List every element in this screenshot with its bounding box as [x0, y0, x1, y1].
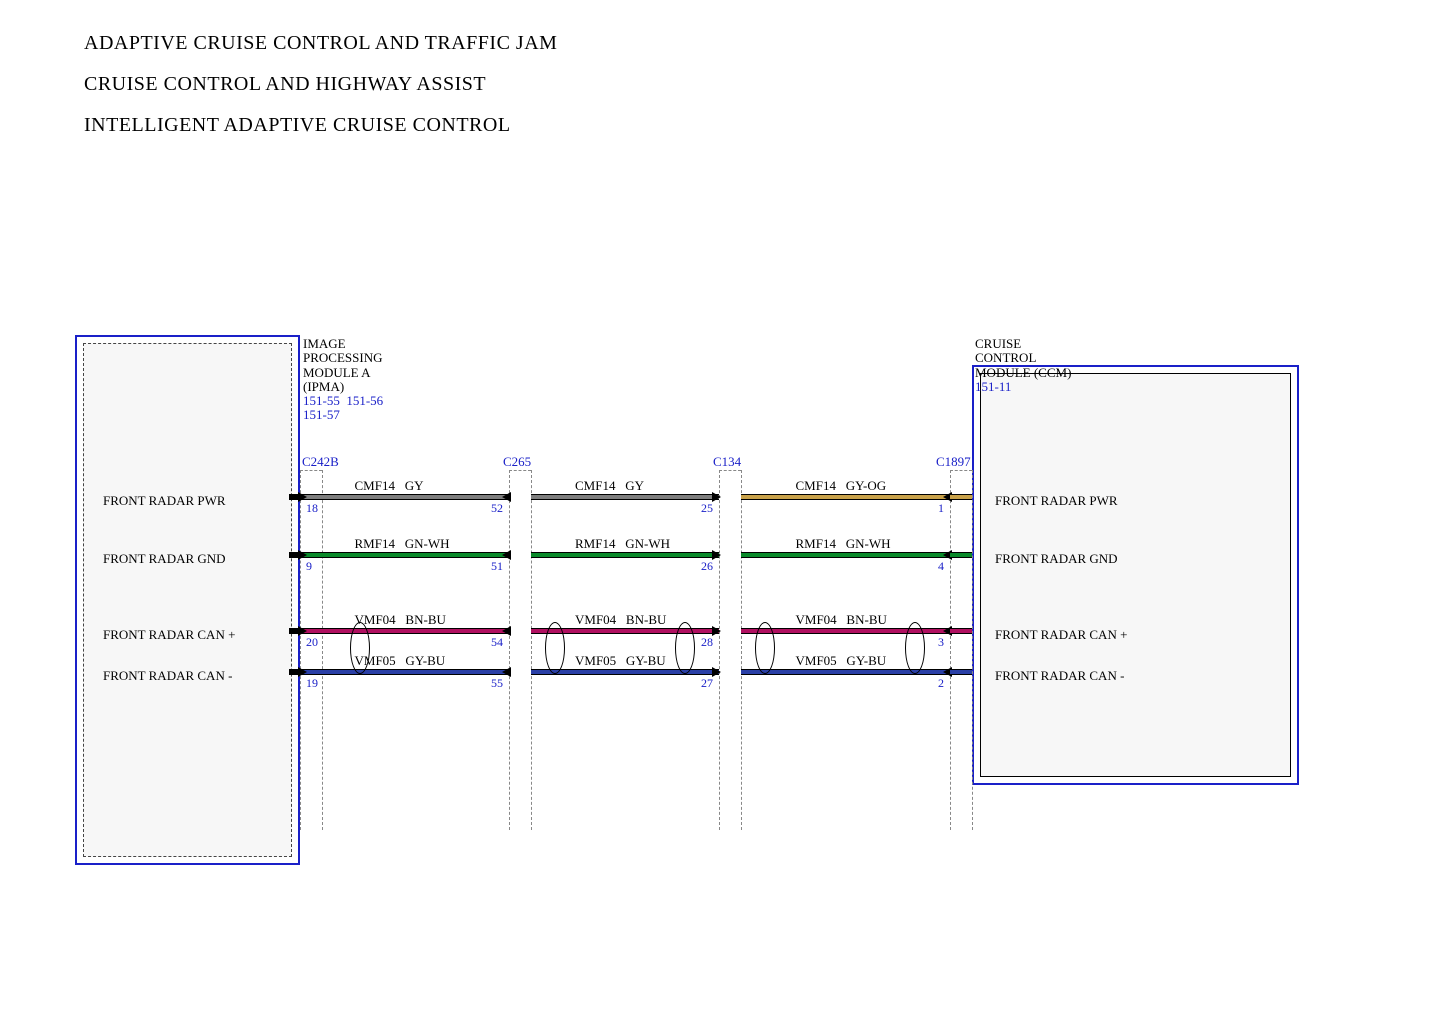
pin-number: 51: [491, 559, 503, 574]
ipma-pin-pwr: FRONT RADAR PWR: [103, 493, 226, 509]
arrow-icon: [502, 550, 511, 560]
arrow-icon: [502, 626, 511, 636]
title-line-2: CRUISE CONTROL AND HIGHWAY ASSIST: [84, 73, 557, 96]
pin-number: 3: [938, 635, 944, 650]
ccm-pin-canp: FRONT RADAR CAN +: [995, 627, 1127, 643]
wire-label: RMF14 GN-WH: [575, 536, 670, 552]
pin-number: 52: [491, 501, 503, 516]
wire-label: VMF04 BN-BU: [796, 612, 887, 628]
arrow-icon: [502, 667, 511, 677]
ccm-pin-pwr: FRONT RADAR PWR: [995, 493, 1118, 509]
wire-label: CMF14 GY: [575, 478, 644, 494]
pin-number: 20: [306, 635, 318, 650]
connector-c134: C134: [719, 470, 741, 830]
arrow-icon: [712, 492, 721, 502]
wire-gnd-seg1: RMF14 GN-WH951: [300, 553, 509, 557]
wire-pwr-entry: [950, 495, 972, 499]
twist-icon: [755, 622, 775, 674]
pin-number: 25: [701, 501, 713, 516]
module-ipma-ref-3: 151-57: [303, 407, 340, 422]
pin-number: 54: [491, 635, 503, 650]
ccm-pin-gnd: FRONT RADAR GND: [995, 551, 1118, 567]
pin-number: 9: [306, 559, 312, 574]
module-ccm-name-2: CONTROL: [975, 350, 1036, 365]
twist-icon: [350, 622, 370, 674]
pin-number: 26: [701, 559, 713, 574]
connector-c1897-label: C1897: [936, 454, 971, 470]
ipma-pin-gnd: FRONT RADAR GND: [103, 551, 226, 567]
twist-icon: [905, 622, 925, 674]
wire-label: VMF04 BN-BU: [355, 612, 446, 628]
connector-c242b: C242B: [300, 470, 322, 830]
twist-icon: [545, 622, 565, 674]
connector-c242b-label: C242B: [302, 454, 339, 470]
wire-cann-exit: [289, 670, 300, 674]
module-ipma-label: IMAGE PROCESSING MODULE A (IPMA) 151-55 …: [303, 337, 383, 423]
wire-label: RMF14 GN-WH: [355, 536, 450, 552]
wire-pwr-seg3: CMF14 GY-OG1: [741, 495, 950, 499]
module-ccm-label: CRUISE CONTROL MODULE (CCM) 151-11: [975, 337, 1071, 394]
arrow-icon: [712, 626, 721, 636]
module-ipma-ref-1: 151-55: [303, 393, 340, 408]
module-ipma-name-1: IMAGE: [303, 336, 346, 351]
module-ccm-name-1: CRUISE: [975, 336, 1021, 351]
twist-icon: [675, 622, 695, 674]
connector-c1897: C1897: [950, 470, 972, 830]
module-ccm-inner: [980, 373, 1291, 777]
wire-canp-exit: [289, 629, 300, 633]
module-ipma-outer: [75, 335, 300, 865]
wire-label: CMF14 GY-OG: [796, 478, 887, 494]
wire-gnd-entry: [950, 553, 972, 557]
wire-pwr-exit: [289, 495, 300, 499]
pin-number: 18: [306, 501, 318, 516]
wire-pwr-seg2: CMF14 GY25: [531, 495, 719, 499]
wire-label: RMF14 GN-WH: [796, 536, 891, 552]
wire-pwr-seg1: CMF14 GY1852: [300, 495, 509, 499]
title-block: ADAPTIVE CRUISE CONTROL AND TRAFFIC JAM …: [84, 32, 557, 155]
ipma-pin-canp: FRONT RADAR CAN +: [103, 627, 235, 643]
arrow-icon: [712, 667, 721, 677]
module-ccm-name-3: MODULE (CCM): [975, 365, 1071, 380]
ipma-pin-cann: FRONT RADAR CAN -: [103, 668, 232, 684]
module-ccm-outer: [972, 365, 1299, 785]
wire-gnd-seg2: RMF14 GN-WH26: [531, 553, 719, 557]
pin-number: 55: [491, 676, 503, 691]
module-ipma-name-2: PROCESSING: [303, 350, 382, 365]
wire-label: VMF04 BN-BU: [575, 612, 666, 628]
wire-label: CMF14 GY: [355, 478, 424, 494]
connector-c134-label: C134: [713, 454, 741, 470]
wire-label: VMF05 GY-BU: [796, 653, 887, 669]
wire-cann-entry: [950, 670, 972, 674]
wire-canp-entry: [950, 629, 972, 633]
pin-number: 27: [701, 676, 713, 691]
pin-number: 28: [701, 635, 713, 650]
arrow-icon: [712, 550, 721, 560]
arrow-icon: [502, 492, 511, 502]
title-line-1: ADAPTIVE CRUISE CONTROL AND TRAFFIC JAM: [84, 32, 557, 55]
connector-c265: C265: [509, 470, 531, 830]
wire-gnd-seg3: RMF14 GN-WH4: [741, 553, 950, 557]
module-ipma-ref-2: 151-56: [346, 393, 383, 408]
title-line-3: INTELLIGENT ADAPTIVE CRUISE CONTROL: [84, 114, 557, 137]
module-ccm-ref-1: 151-11: [975, 379, 1011, 394]
pin-number: 4: [938, 559, 944, 574]
wire-gnd-exit: [289, 553, 300, 557]
wiring-diagram: IMAGE PROCESSING MODULE A (IPMA) 151-55 …: [75, 335, 1305, 865]
module-ipma-inner: [83, 343, 292, 857]
pin-number: 19: [306, 676, 318, 691]
wire-cann-seg1: VMF05 GY-BU1955: [300, 670, 509, 674]
pin-number: 1: [938, 501, 944, 516]
module-ipma-name-3: MODULE A: [303, 365, 371, 380]
wire-label: VMF05 GY-BU: [575, 653, 666, 669]
module-ipma-name-4: (IPMA): [303, 379, 344, 394]
pin-number: 2: [938, 676, 944, 691]
connector-c265-label: C265: [503, 454, 531, 470]
ccm-pin-cann: FRONT RADAR CAN -: [995, 668, 1124, 684]
wire-canp-seg1: VMF04 BN-BU2054: [300, 629, 509, 633]
